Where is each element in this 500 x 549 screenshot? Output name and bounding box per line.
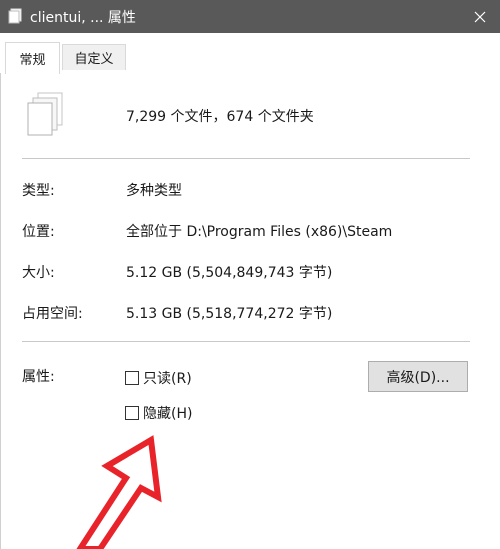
advanced-button-label: 高级(D)... xyxy=(386,369,450,386)
hidden-checkbox-box[interactable] xyxy=(125,406,139,420)
close-button[interactable] xyxy=(460,0,500,33)
hidden-checkbox[interactable]: 隐藏(H) xyxy=(125,403,192,423)
attributes-label: 属性: xyxy=(22,369,55,385)
size-on-disk-label: 占用空间: xyxy=(22,306,83,322)
readonly-checkbox-box[interactable] xyxy=(125,371,139,385)
location-label: 位置: xyxy=(22,224,55,240)
divider xyxy=(22,341,470,342)
title-bar: clientui, ... 属性 xyxy=(0,0,500,33)
item-count-summary: 7,299 个文件，674 个文件夹 xyxy=(126,109,314,125)
divider xyxy=(22,158,470,159)
readonly-checkbox[interactable]: 只读(R) xyxy=(125,368,192,388)
hidden-checkbox-label: 隐藏(H) xyxy=(143,406,193,422)
files-icon xyxy=(8,8,22,24)
type-value: 多种类型 xyxy=(126,183,182,199)
tab-customize[interactable]: 自定义 xyxy=(62,44,126,70)
tab-general[interactable]: 常规 xyxy=(5,42,60,74)
location-value: 全部位于 D:\Program Files (x86)\Steam xyxy=(126,224,393,240)
size-value: 5.12 GB (5,504,849,743 字节) xyxy=(126,265,333,281)
close-icon xyxy=(474,11,486,22)
advanced-button[interactable]: 高级(D)... xyxy=(368,361,468,392)
tab-general-label: 常规 xyxy=(19,53,46,68)
size-label: 大小: xyxy=(22,265,55,281)
size-on-disk-value: 5.13 GB (5,518,774,272 字节) xyxy=(126,306,333,322)
type-label: 类型: xyxy=(22,183,55,199)
tab-customize-label: 自定义 xyxy=(74,52,114,67)
readonly-checkbox-label: 只读(R) xyxy=(143,371,192,387)
multiple-files-icon xyxy=(27,92,63,136)
tab-strip: 常规 自定义 xyxy=(0,33,500,74)
window-title: clientui, ... 属性 xyxy=(30,10,136,26)
